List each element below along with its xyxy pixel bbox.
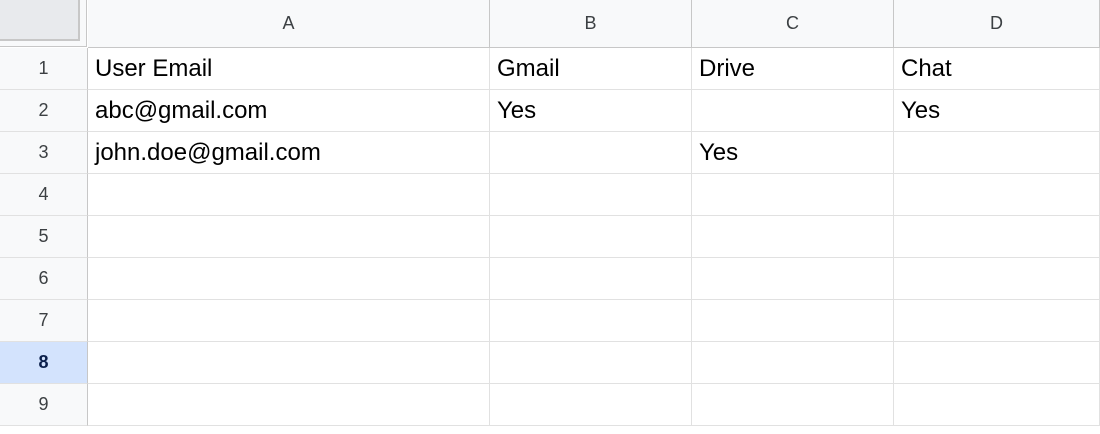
cell-d8[interactable]: [894, 342, 1100, 384]
column-header-c[interactable]: C: [692, 0, 894, 48]
cell-d6[interactable]: [894, 258, 1100, 300]
cell-d5[interactable]: [894, 216, 1100, 258]
cell-d7[interactable]: [894, 300, 1100, 342]
cell-d3[interactable]: [894, 132, 1100, 174]
cell-a3[interactable]: john.doe@gmail.com: [88, 132, 490, 174]
cell-c5[interactable]: [692, 216, 894, 258]
cell-c2[interactable]: [692, 90, 894, 132]
cell-d9[interactable]: [894, 384, 1100, 426]
select-all-corner[interactable]: [0, 0, 87, 47]
row-header-4[interactable]: 4: [0, 174, 88, 216]
row-header-9[interactable]: 9: [0, 384, 88, 426]
cell-c4[interactable]: [692, 174, 894, 216]
cell-c8[interactable]: [692, 342, 894, 384]
cell-b2[interactable]: Yes: [490, 90, 692, 132]
cell-a7[interactable]: [88, 300, 490, 342]
cell-a2[interactable]: abc@gmail.com: [88, 90, 490, 132]
cell-c9[interactable]: [692, 384, 894, 426]
cell-b4[interactable]: [490, 174, 692, 216]
cell-b9[interactable]: [490, 384, 692, 426]
cell-d4[interactable]: [894, 174, 1100, 216]
cell-a9[interactable]: [88, 384, 490, 426]
cell-a5[interactable]: [88, 216, 490, 258]
row-header-7[interactable]: 7: [0, 300, 88, 342]
cell-b3[interactable]: [490, 132, 692, 174]
cell-c1[interactable]: Drive: [692, 48, 894, 90]
cell-b8[interactable]: [490, 342, 692, 384]
row-header-8[interactable]: 8: [0, 342, 88, 384]
column-header-d[interactable]: D: [894, 0, 1100, 48]
cell-a8[interactable]: [88, 342, 490, 384]
cell-b6[interactable]: [490, 258, 692, 300]
row-header-1[interactable]: 1: [0, 48, 88, 90]
cell-d2[interactable]: Yes: [894, 90, 1100, 132]
row-header-2[interactable]: 2: [0, 90, 88, 132]
cell-c6[interactable]: [692, 258, 894, 300]
column-header-a[interactable]: A: [88, 0, 490, 48]
cell-c3[interactable]: Yes: [692, 132, 894, 174]
cell-a1[interactable]: User Email: [88, 48, 490, 90]
row-header-5[interactable]: 5: [0, 216, 88, 258]
cell-a4[interactable]: [88, 174, 490, 216]
cell-b7[interactable]: [490, 300, 692, 342]
cell-b5[interactable]: [490, 216, 692, 258]
spreadsheet-grid: ABCD 123456789 User Email Gmail Drive Chat a…: [0, 0, 1100, 434]
column-header-b[interactable]: B: [490, 0, 692, 48]
row-header-3[interactable]: 3: [0, 132, 88, 174]
cell-d1[interactable]: Chat: [894, 48, 1100, 90]
row-header-6[interactable]: 6: [0, 258, 88, 300]
cell-c7[interactable]: [692, 300, 894, 342]
cell-b1[interactable]: Gmail: [490, 48, 692, 90]
cell-a6[interactable]: [88, 258, 490, 300]
select-all-corner-inner[interactable]: [0, 0, 80, 41]
